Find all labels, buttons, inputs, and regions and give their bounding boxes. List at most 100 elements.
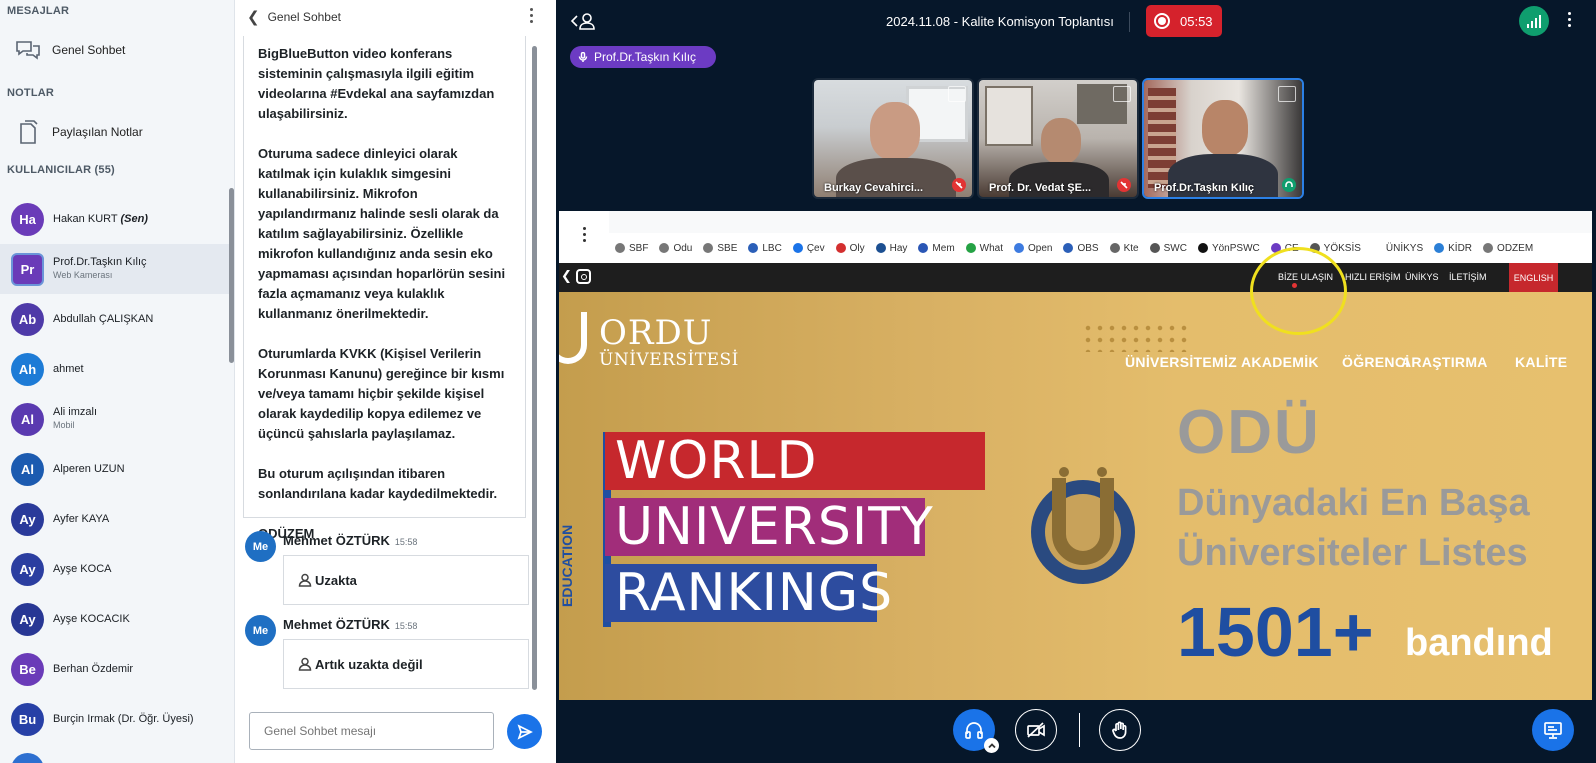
avatar: Al: [11, 452, 44, 486]
signal-bar: [1535, 18, 1537, 28]
user-info: Ayfer KAYA: [53, 513, 109, 526]
shared-notes-item[interactable]: Paylaşılan Notlar: [0, 114, 232, 150]
presentation-toggle-button[interactable]: [1532, 709, 1574, 751]
bookmark-label: SBE: [717, 242, 738, 254]
chevron-left-icon[interactable]: ❮: [247, 8, 260, 26]
bookmark-label: Oly: [849, 242, 865, 254]
bookmark-favicon-icon: [1149, 243, 1160, 253]
raise-hand-button[interactable]: [1099, 709, 1141, 751]
user-away-icon: [298, 657, 312, 671]
logo-main-text: ORDU: [599, 313, 713, 353]
chat-options-button[interactable]: [528, 8, 534, 24]
avatar: Ay: [11, 602, 44, 636]
video-user-name: Prof. Dr. Vedat ŞE...: [989, 182, 1092, 194]
bookmark-item: YönPSWC: [1197, 243, 1260, 254]
camera-button[interactable]: [1015, 709, 1057, 751]
bookmark-item: Odu: [659, 243, 692, 254]
recording-indicator[interactable]: 05:53: [1146, 5, 1222, 37]
user-name-text: Prof.Dr.Taşkın Kılıç: [53, 256, 147, 268]
options-menu-button[interactable]: [1566, 12, 1572, 30]
bookmark-label: Mem: [932, 242, 955, 254]
site-hero-banner: ORDU ÜNİVERSİTESİ ÜNİVERSİTEMİZ AKADEMİK…: [559, 292, 1592, 700]
bookmark-favicon-icon: [703, 243, 714, 253]
user-list-item[interactable]: Ab Abdullah ÇALIŞKAN: [0, 294, 230, 344]
screenshare-options-button[interactable]: [559, 211, 609, 255]
fullscreen-button[interactable]: [948, 86, 966, 102]
users-section-title: KULLANICILAR (55): [7, 164, 115, 176]
audio-options-button[interactable]: [984, 738, 999, 753]
user-list-item[interactable]: Ay Ayfer KAYA: [0, 494, 230, 544]
bookmark-label: Kte: [1123, 242, 1139, 254]
chat-title: Genel Sohbet: [267, 10, 341, 24]
message-author: Mehmet ÖZTÜRK: [283, 533, 390, 548]
bookmark-favicon-icon: [1371, 243, 1382, 253]
user-list-item[interactable]: Ay Ayşe KOCA: [0, 544, 230, 594]
message-body: Artık uzakta değil: [283, 639, 529, 689]
user-info: Berhan Özdemir: [53, 663, 133, 676]
user-list-item[interactable]: Bu Burçin Irmak (Dr. Öğr. Üyesi): [0, 694, 230, 744]
recording-time: 05:53: [1180, 13, 1213, 29]
main-nav-item: ÖĞRENCİ: [1342, 354, 1410, 370]
video-tile[interactable]: Prof. Dr. Vedat ŞE...: [977, 78, 1139, 199]
bookmark-item: SWC: [1149, 243, 1187, 254]
welcome-paragraph: Oturuma sadece dinleyici olarak katılmak…: [258, 146, 506, 321]
user-name-text: Ayfer KAYA: [53, 512, 110, 525]
toggle-user-list-button[interactable]: [570, 11, 600, 31]
connection-status-button[interactable]: [1519, 6, 1549, 36]
talking-indicator[interactable]: Prof.Dr.Taşkın Kılıç: [570, 46, 716, 68]
user-subtitle: Web Kamerası: [53, 270, 113, 280]
chat-bubbles-icon: [14, 38, 42, 62]
headphones-icon: [965, 722, 983, 739]
screenshare-view[interactable]: SBF Odu SBE LBC Çev Oly Hay Mem What Open OBS Kte SW…: [559, 211, 1592, 700]
send-message-button[interactable]: [507, 714, 542, 749]
public-chat-item[interactable]: Genel Sohbet: [0, 32, 232, 68]
user-info: Ali imzalı Mobil: [53, 406, 97, 432]
fullscreen-button[interactable]: [1113, 86, 1131, 102]
divider: [1079, 713, 1080, 747]
user-list-item[interactable]: Ah ahmet: [0, 344, 230, 394]
messages-section-title: MESAJLAR: [7, 5, 70, 17]
avatar: Al: [11, 402, 44, 436]
bookmark-item: OBS: [1063, 242, 1099, 254]
fullscreen-button[interactable]: [1278, 86, 1296, 102]
bookmark-label: What: [979, 242, 1003, 254]
document-icon: [14, 120, 42, 144]
chat-scrollbar[interactable]: [532, 46, 537, 690]
presentation-icon: [1544, 722, 1562, 739]
avatar: Bu: [11, 702, 44, 736]
welcome-paragraph: BigBlueButton video konferans sisteminin…: [258, 46, 495, 121]
chat-panel: ❮ Genel Sohbet BigBlueButton video konfe…: [235, 0, 556, 763]
message-header: Mehmet ÖZTÜRK 15:58: [283, 533, 417, 548]
user-list-item[interactable]: Ha Hakan KURT (Sen): [0, 194, 230, 244]
user-list-item[interactable]: Al Alperen UZUN: [0, 444, 230, 494]
bookmark-label: OBS: [1077, 242, 1099, 254]
user-list-panel: MESAJLAR Genel Sohbet NOTLAR Paylaşılan …: [0, 0, 235, 763]
video-tile-talking[interactable]: Prof.Dr.Taşkın Kılıç: [1142, 78, 1304, 199]
bookmark-favicon-icon: [835, 243, 846, 253]
bookmark-favicon-icon: [1483, 243, 1494, 253]
user-list-scrollbar[interactable]: [229, 188, 234, 363]
message-time: 15:58: [394, 537, 418, 547]
bookmarks-bar: SBF Odu SBE LBC Çev Oly Hay Mem What Open OBS Kte SW…: [609, 233, 1592, 263]
user-subtitle: Mobil: [53, 420, 75, 430]
chevron-left-icon: ❮: [561, 268, 572, 283]
cursor-pointer: [1292, 283, 1297, 288]
chat-message-input[interactable]: [249, 712, 494, 750]
mic-off-icon: [952, 178, 966, 192]
bookmark-item: Çev: [792, 243, 825, 254]
bookmark-label: Odu: [673, 242, 693, 254]
bookmark-label: SBF: [629, 242, 649, 254]
user-list-item[interactable]: Pr Prof.Dr.Taşkın Kılıç Web Kamerası: [0, 244, 230, 294]
user-info: Prof.Dr.Taşkın Kılıç Web Kamerası: [53, 256, 147, 282]
video-tile[interactable]: Burkay Cevahirci...: [812, 78, 974, 199]
user-list-item[interactable]: Ay Ayşe KOCACIK: [0, 594, 230, 644]
user-name: Alperen UZUN: [53, 463, 125, 476]
odu-emblem-icon: [1031, 467, 1135, 584]
user-name-text: Ayşe KOCA: [53, 562, 112, 575]
user-name-text: Berhan Özdemir: [53, 662, 134, 675]
user-list-item[interactable]: Al Ali imzalı Mobil: [0, 394, 230, 444]
user-list-item[interactable]: BuBurkay Cevahircioğlu: [0, 744, 230, 763]
user-list-item[interactable]: Be Berhan Özdemir: [0, 644, 230, 694]
user-name: Burçin Irmak (Dr. Öğr. Üyesi): [53, 713, 194, 726]
banner-word: WORLD: [605, 432, 985, 490]
